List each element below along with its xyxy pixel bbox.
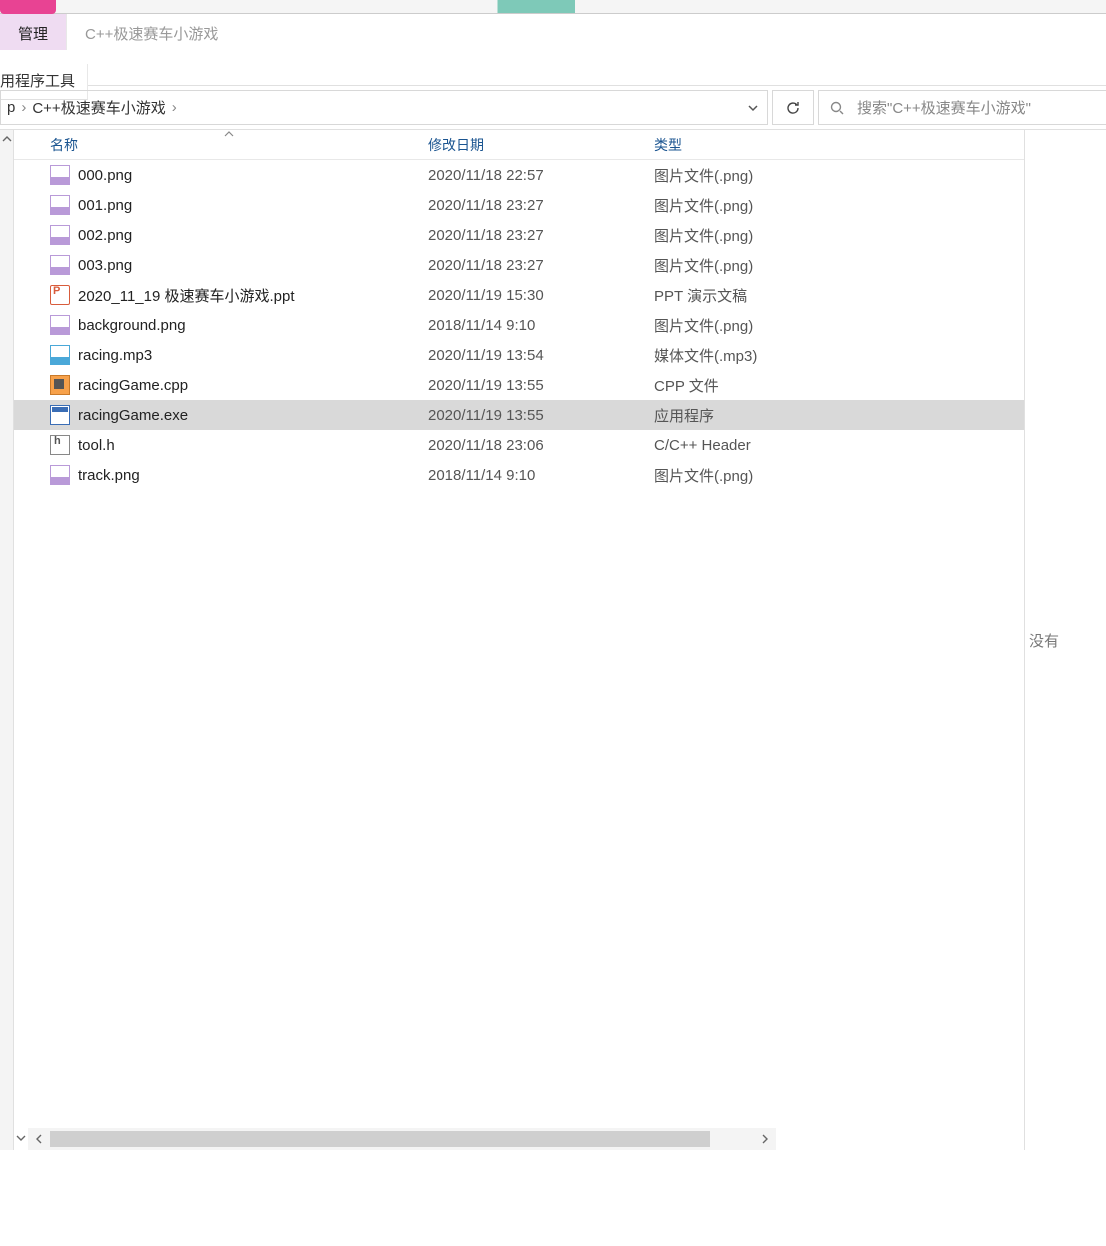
file-date: 2020/11/19 13:55 xyxy=(428,407,654,424)
ribbon-tabs: 管理 C++极速赛车小游戏 xyxy=(0,14,1106,86)
search-input[interactable]: 搜索"C++极速赛车小游戏" xyxy=(818,90,1106,125)
chevron-up-icon xyxy=(2,134,12,144)
png-file-icon xyxy=(50,465,70,485)
nav-pane-collapse[interactable] xyxy=(0,130,14,1150)
file-date: 2020/11/19 13:54 xyxy=(428,347,654,364)
file-type: 图片文件(.png) xyxy=(654,225,954,246)
png-file-icon xyxy=(50,225,70,245)
preview-pane: 没有 xyxy=(1024,130,1106,1150)
file-date: 2020/11/18 22:57 xyxy=(428,167,654,184)
file-type: C/C++ Header xyxy=(654,437,954,454)
file-name: 001.png xyxy=(78,197,428,214)
preview-text: 没有 xyxy=(1029,630,1059,651)
file-list-pane: 名称 修改日期 类型 000.png2020/11/18 22:57图片文件(.… xyxy=(14,130,1024,1150)
nav-expand-button[interactable] xyxy=(14,1128,28,1148)
chevron-right-icon xyxy=(760,1134,770,1144)
file-list: 000.png2020/11/18 22:57图片文件(.png)001.png… xyxy=(14,160,1024,490)
file-row[interactable]: 002.png2020/11/18 23:27图片文件(.png) xyxy=(14,220,1024,250)
tab-manage[interactable]: 管理 xyxy=(0,14,67,50)
scroll-right-button[interactable] xyxy=(754,1128,776,1150)
png-file-icon xyxy=(50,165,70,185)
address-bar[interactable]: p › C++极速赛车小游戏 › xyxy=(0,90,768,125)
png-file-icon xyxy=(50,195,70,215)
chevron-left-icon xyxy=(34,1134,44,1144)
file-name: background.png xyxy=(78,317,428,334)
main-area: 名称 修改日期 类型 000.png2020/11/18 22:57图片文件(.… xyxy=(0,130,1106,1150)
file-name: 000.png xyxy=(78,167,428,184)
file-date: 2020/11/18 23:06 xyxy=(428,437,654,454)
file-date: 2020/11/19 13:55 xyxy=(428,377,654,394)
file-name: racing.mp3 xyxy=(78,347,428,364)
file-date: 2020/11/18 23:27 xyxy=(428,227,654,244)
chevron-down-icon[interactable] xyxy=(747,102,759,114)
file-row[interactable]: racing.mp32020/11/19 13:54媒体文件(.mp3) xyxy=(14,340,1024,370)
sort-indicator-icon xyxy=(224,130,234,138)
file-name: 2020_11_19 极速赛车小游戏.ppt xyxy=(78,285,428,306)
file-date: 2020/11/18 23:27 xyxy=(428,257,654,274)
file-row[interactable]: racingGame.cpp2020/11/19 13:55CPP 文件 xyxy=(14,370,1024,400)
titlebar-strip xyxy=(0,0,1106,14)
ppt-file-icon xyxy=(50,285,70,305)
search-placeholder: 搜索"C++极速赛车小游戏" xyxy=(857,97,1031,118)
file-row[interactable]: 003.png2020/11/18 23:27图片文件(.png) xyxy=(14,250,1024,280)
refresh-button[interactable] xyxy=(772,90,814,125)
file-name: racingGame.cpp xyxy=(78,377,428,394)
app-icon xyxy=(0,0,56,14)
file-date: 2018/11/14 9:10 xyxy=(428,317,654,334)
column-header-name[interactable]: 名称 xyxy=(50,135,428,155)
file-row[interactable]: tool.h2020/11/18 23:06C/C++ Header xyxy=(14,430,1024,460)
breadcrumb-folder[interactable]: C++极速赛车小游戏 xyxy=(32,97,165,118)
scrollbar-thumb[interactable] xyxy=(50,1131,710,1147)
address-row: p › C++极速赛车小游戏 › 搜索"C++极速赛车小游戏" xyxy=(0,86,1106,130)
file-row[interactable]: 2020_11_19 极速赛车小游戏.ppt2020/11/19 15:30PP… xyxy=(14,280,1024,310)
file-type: 图片文件(.png) xyxy=(654,195,954,216)
refresh-icon xyxy=(785,100,801,116)
horizontal-scrollbar[interactable] xyxy=(28,1128,776,1150)
file-name: track.png xyxy=(78,467,428,484)
file-type: 媒体文件(.mp3) xyxy=(654,345,954,366)
breadcrumb-separator-icon[interactable]: › xyxy=(15,99,32,116)
scroll-left-button[interactable] xyxy=(28,1128,50,1150)
png-file-icon xyxy=(50,315,70,335)
file-type: 图片文件(.png) xyxy=(654,315,954,336)
file-type: 图片文件(.png) xyxy=(654,255,954,276)
search-icon xyxy=(829,100,845,116)
file-row[interactable]: track.png2018/11/14 9:10图片文件(.png) xyxy=(14,460,1024,490)
ribbon: 管理 C++极速赛车小游戏 用程序工具 xyxy=(0,14,1106,86)
file-type: 图片文件(.png) xyxy=(654,165,954,186)
file-date: 2020/11/18 23:27 xyxy=(428,197,654,214)
exe-file-icon xyxy=(50,405,70,425)
file-date: 2018/11/14 9:10 xyxy=(428,467,654,484)
file-row[interactable]: racingGame.exe2020/11/19 13:55应用程序 xyxy=(14,400,1024,430)
h-file-icon xyxy=(50,435,70,455)
file-row[interactable]: 001.png2020/11/18 23:27图片文件(.png) xyxy=(14,190,1024,220)
scrollbar-track[interactable] xyxy=(50,1131,754,1147)
column-headers: 名称 修改日期 类型 xyxy=(14,130,1024,160)
breadcrumb-separator-icon[interactable]: › xyxy=(166,99,183,116)
column-header-date[interactable]: 修改日期 xyxy=(428,135,654,155)
file-date: 2020/11/19 15:30 xyxy=(428,287,654,304)
breadcrumb-prefix[interactable]: p xyxy=(7,99,15,116)
window-title: C++极速赛车小游戏 xyxy=(67,14,236,50)
png-file-icon xyxy=(50,255,70,275)
file-type: 应用程序 xyxy=(654,405,954,426)
mp3-file-icon xyxy=(50,345,70,365)
file-row[interactable]: background.png2018/11/14 9:10图片文件(.png) xyxy=(14,310,1024,340)
cpp-file-icon xyxy=(50,375,70,395)
file-name: 002.png xyxy=(78,227,428,244)
chevron-down-icon xyxy=(16,1133,26,1143)
file-type: 图片文件(.png) xyxy=(654,465,954,486)
file-row[interactable]: 000.png2020/11/18 22:57图片文件(.png) xyxy=(14,160,1024,190)
column-header-type[interactable]: 类型 xyxy=(654,135,954,155)
file-name: 003.png xyxy=(78,257,428,274)
file-name: racingGame.exe xyxy=(78,407,428,424)
file-type: PPT 演示文稿 xyxy=(654,285,954,306)
file-name: tool.h xyxy=(78,437,428,454)
file-type: CPP 文件 xyxy=(654,375,954,396)
